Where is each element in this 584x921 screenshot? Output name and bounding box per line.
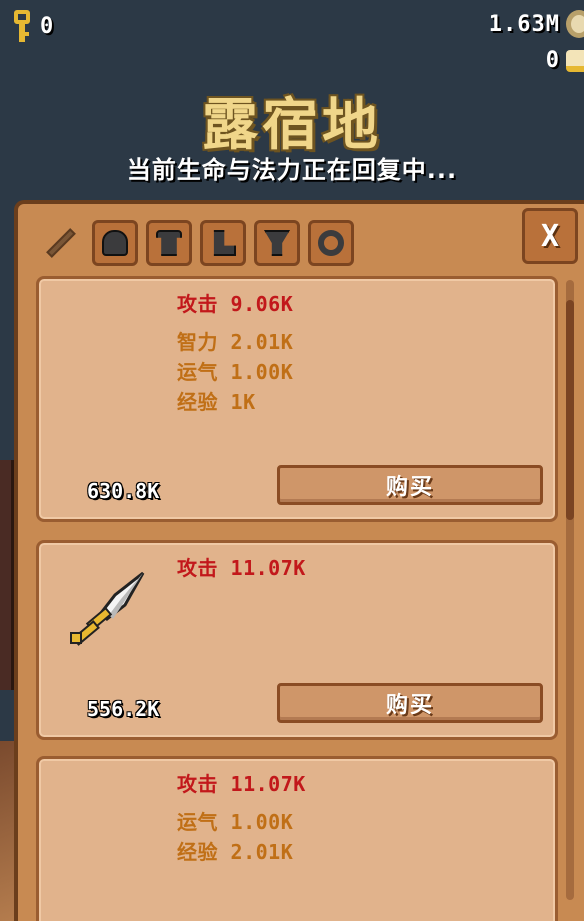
gold-amount: 1.63M xyxy=(488,11,560,37)
shop-panel: X 攻击 9.06K 智力 2.01K 运气 1.00K 经验 1K 630.8… xyxy=(14,200,584,921)
item-price: 630.8K xyxy=(87,479,160,503)
item-stats: 攻击 9.06K 智力 2.01K 运气 1.00K 经验 1K xyxy=(177,289,293,417)
item-stat: 运气 1.00K xyxy=(177,810,294,834)
item-stat: 经验 1K xyxy=(177,390,256,414)
item-stat: 运气 1.00K xyxy=(177,360,294,384)
tab-amulet[interactable] xyxy=(254,220,300,266)
tab-weapon[interactable] xyxy=(38,220,84,266)
equipment-tabs xyxy=(38,220,354,266)
keys-count: 0 xyxy=(40,13,55,39)
tab-ring[interactable] xyxy=(308,220,354,266)
amulet-icon xyxy=(264,230,290,256)
armor-icon xyxy=(156,230,182,256)
item-stat: 经验 2.01K xyxy=(177,840,294,864)
shop-item-card: 攻击 11.07K 运气 1.00K 经验 2.01K xyxy=(36,756,558,921)
scrollbar[interactable] xyxy=(566,280,574,900)
item-primary-stat: 攻击 11.07K xyxy=(177,772,306,796)
scrolls-counter: 0 xyxy=(546,48,584,73)
scrollbar-thumb[interactable] xyxy=(566,300,574,520)
close-button[interactable]: X xyxy=(522,208,578,264)
item-primary-stat: 攻击 9.06K xyxy=(177,292,294,316)
status-message: 当前生命与法力正在回复中... xyxy=(126,156,458,184)
keys-counter: 0 xyxy=(12,10,54,42)
ring-icon xyxy=(318,230,344,256)
shop-item-card: 攻击 11.07K 556.2K 购买 xyxy=(36,540,558,740)
boots-icon xyxy=(213,230,236,256)
item-stat: 智力 2.01K xyxy=(177,330,294,354)
sword-icon xyxy=(46,228,76,258)
background-wall xyxy=(0,460,14,690)
scrolls-count: 0 xyxy=(545,48,560,73)
tab-armor[interactable] xyxy=(146,220,192,266)
gold-counter: 1.63M xyxy=(489,10,584,38)
gold-coin-icon xyxy=(566,10,584,38)
item-stats: 攻击 11.07K xyxy=(177,553,306,591)
location-title: 露宿地 xyxy=(202,92,382,158)
currency-display: 1.63M 0 xyxy=(489,10,584,73)
item-price: 556.2K xyxy=(87,697,160,721)
item-primary-stat: 攻击 11.07K xyxy=(177,556,306,580)
buy-button[interactable]: 购买 xyxy=(277,465,543,505)
shop-item-card: 攻击 9.06K 智力 2.01K 运气 1.00K 经验 1K 630.8K … xyxy=(36,276,558,522)
buy-button[interactable]: 购买 xyxy=(277,683,543,723)
tab-boots[interactable] xyxy=(200,220,246,266)
dagger-icon xyxy=(70,571,145,646)
item-stats: 攻击 11.07K 运气 1.00K 经验 2.01K xyxy=(177,769,306,867)
helmet-icon xyxy=(102,230,128,256)
scroll-icon xyxy=(566,49,584,72)
tab-helmet[interactable] xyxy=(92,220,138,266)
key-icon xyxy=(12,10,32,42)
